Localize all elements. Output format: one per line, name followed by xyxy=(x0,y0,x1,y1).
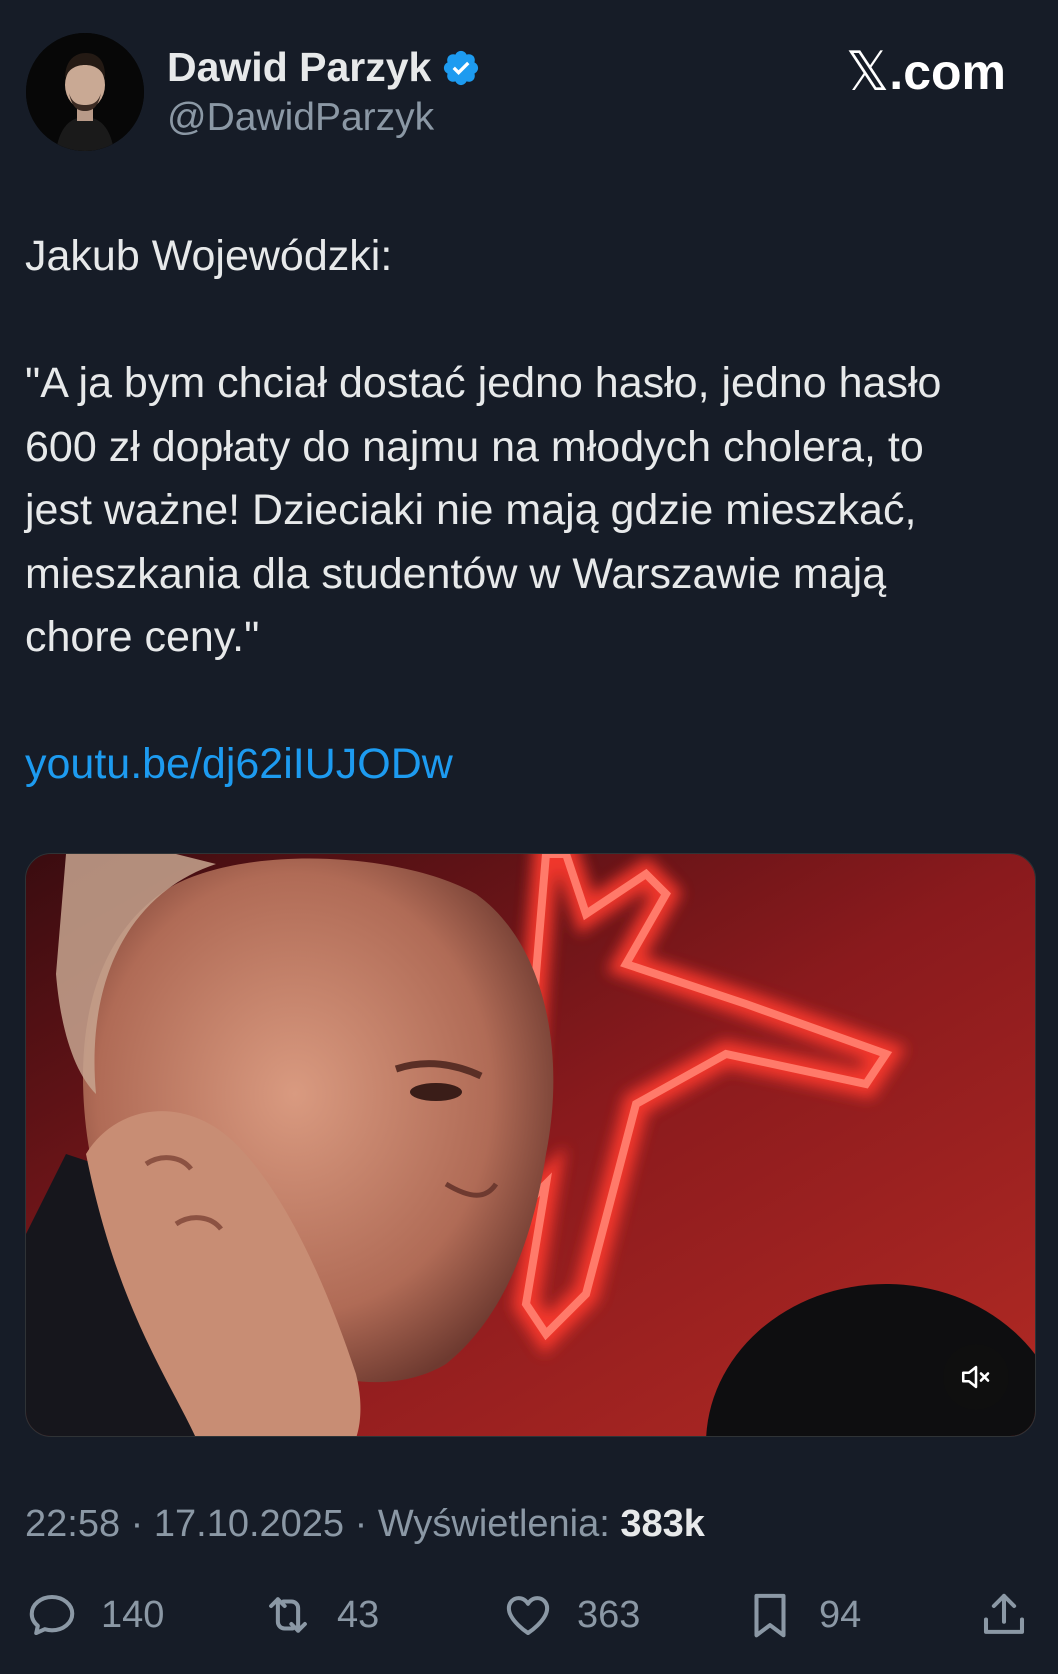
bookmark-icon xyxy=(754,1593,786,1638)
views-label: Wyświetlenia: xyxy=(377,1503,621,1545)
like-count: 363 xyxy=(577,1593,641,1636)
author-name[interactable]: Dawid Parzyk xyxy=(167,44,481,91)
tweet-quote-line: jest ważne! Dzieciaki nie mają gdzie mie… xyxy=(25,486,917,534)
tweet-quote-line: chore ceny." xyxy=(25,613,260,661)
tweet-date[interactable]: 17.10.2025 xyxy=(154,1503,344,1545)
bookmark-button[interactable]: 94 xyxy=(743,1588,861,1642)
reply-count: 140 xyxy=(101,1593,165,1636)
bookmark-count: 94 xyxy=(819,1593,862,1636)
verified-badge-icon xyxy=(444,50,479,85)
repost-button[interactable]: 43 xyxy=(261,1588,379,1642)
tweet-actions: 140 43 363 94 xyxy=(25,1588,1035,1648)
tweet-quote-line: 600 zł dopłaty do najmu na młodych chole… xyxy=(25,422,924,471)
x-com-logo: 𝕏 .com xyxy=(846,40,1006,103)
author-name-text: Dawid Parzyk xyxy=(167,44,432,90)
meta-separator: · xyxy=(120,1503,154,1545)
brand-domain: .com xyxy=(889,43,1006,100)
author-avatar[interactable] xyxy=(26,33,144,151)
repost-count: 43 xyxy=(337,1593,380,1636)
tweet-text: Jakub Wojewódzki: "A ja bym chciał dosta… xyxy=(25,225,1035,797)
reply-icon xyxy=(29,1594,75,1636)
tweet-line-intro: Jakub Wojewódzki: xyxy=(25,232,393,280)
tweet-quote-line: mieszkania dla studentów w Warszawie maj… xyxy=(25,549,887,598)
repost-icon xyxy=(269,1597,307,1633)
avatar-portrait-icon xyxy=(26,33,144,151)
tweet-time[interactable]: 22:58 xyxy=(25,1503,120,1545)
tweet-meta: 22:58 · 17.10.2025 · Wyświetlenia: 383k xyxy=(25,1503,705,1546)
like-button[interactable]: 363 xyxy=(501,1588,640,1642)
meta-separator: · xyxy=(344,1503,378,1545)
mute-toggle-button[interactable] xyxy=(943,1344,1009,1410)
views-count: 383k xyxy=(620,1503,705,1545)
share-icon xyxy=(983,1593,1025,1634)
x-logo-icon: 𝕏 xyxy=(845,40,890,103)
share-button[interactable] xyxy=(977,1588,1031,1642)
heart-icon xyxy=(506,1596,550,1636)
youtube-link[interactable]: youtu.be/dj62iIUJODw xyxy=(25,740,453,788)
speaker-muted-icon xyxy=(961,1365,990,1389)
author-handle[interactable]: @DawidParzyk xyxy=(167,96,434,140)
video-player[interactable] xyxy=(25,853,1036,1437)
tweet-quote-line: "A ja bym chciał dostać jedno hasło, jed… xyxy=(25,359,942,407)
reply-button[interactable]: 140 xyxy=(25,1588,164,1642)
video-thumbnail xyxy=(26,854,1035,1436)
